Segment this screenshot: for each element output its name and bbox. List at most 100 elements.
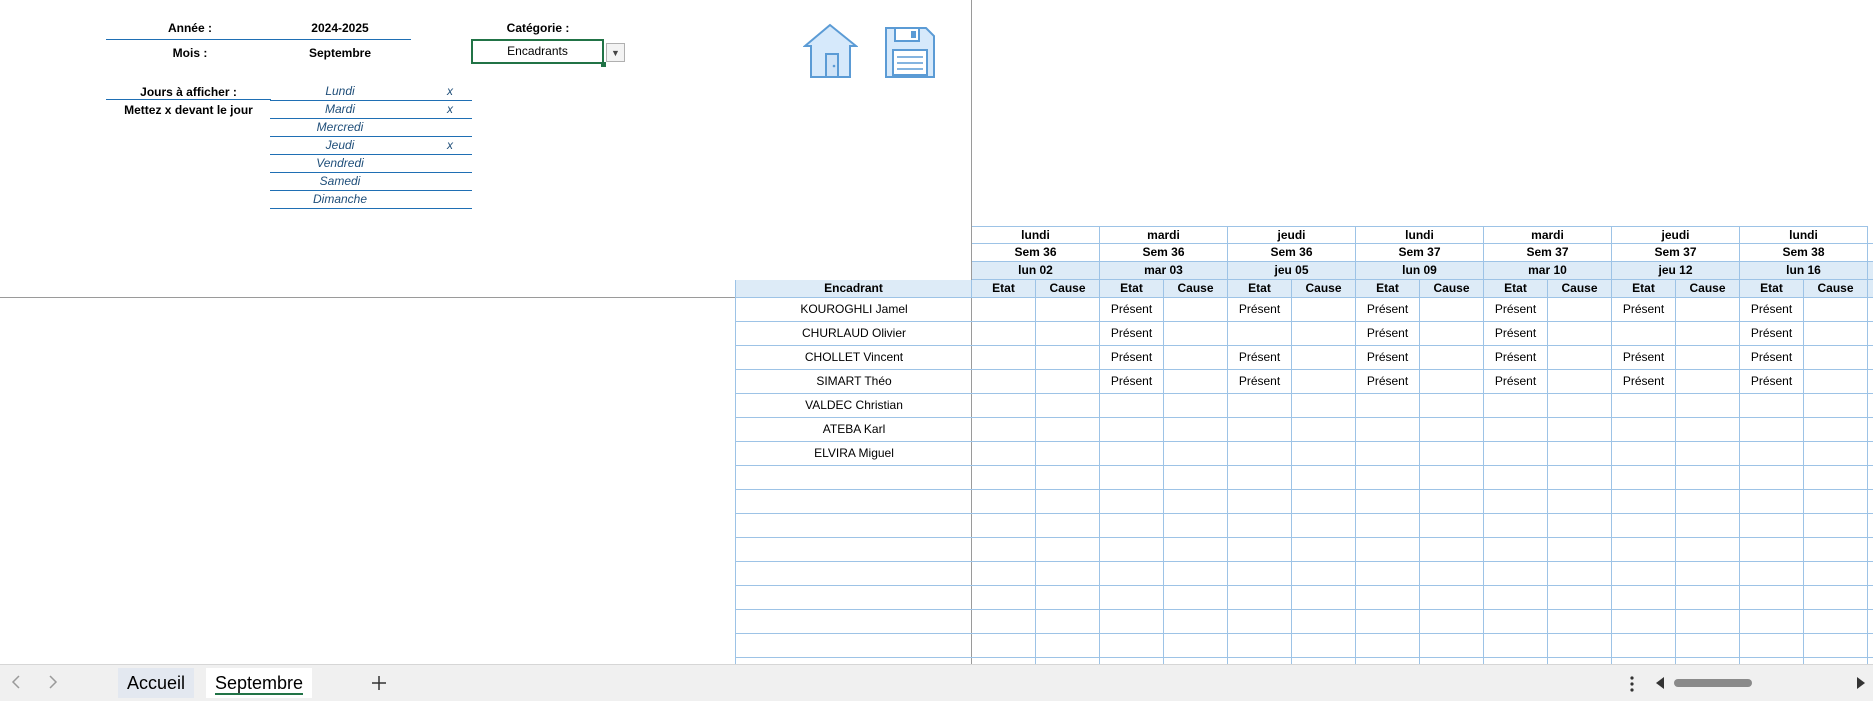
cause-cell[interactable]	[1676, 394, 1740, 418]
etat-cell[interactable]: Présent	[1356, 322, 1420, 346]
day-mark[interactable]	[430, 156, 470, 171]
chevron-left-icon[interactable]	[5, 671, 27, 693]
cause-cell[interactable]	[1676, 370, 1740, 394]
cause-cell[interactable]	[1164, 394, 1228, 418]
etat-cell[interactable]	[1100, 610, 1164, 634]
cause-cell[interactable]	[1292, 442, 1356, 466]
cause-cell[interactable]	[1292, 346, 1356, 370]
cause-cell[interactable]	[1164, 466, 1228, 490]
cause-cell[interactable]	[1420, 346, 1484, 370]
etat-cell[interactable]	[1100, 634, 1164, 658]
table-row-name[interactable]	[735, 586, 972, 610]
selection-fill-handle[interactable]	[601, 62, 606, 67]
etat-cell[interactable]	[1484, 442, 1548, 466]
etat-cell[interactable]	[972, 466, 1036, 490]
mois-value[interactable]: Septembre	[280, 46, 400, 60]
etat-cell[interactable]	[1228, 322, 1292, 346]
cause-cell[interactable]	[1548, 538, 1612, 562]
etat-cell[interactable]	[1100, 442, 1164, 466]
etat-cell[interactable]	[1356, 514, 1420, 538]
table-row-name[interactable]	[735, 514, 972, 538]
cause-cell[interactable]	[1804, 466, 1868, 490]
etat-cell[interactable]	[1740, 586, 1804, 610]
etat-cell[interactable]	[1356, 394, 1420, 418]
etat-cell[interactable]	[1100, 586, 1164, 610]
etat-cell[interactable]: Présent	[1740, 346, 1804, 370]
cause-cell[interactable]	[1292, 490, 1356, 514]
etat-cell[interactable]: Présent	[1484, 370, 1548, 394]
table-row-name[interactable]	[735, 490, 972, 514]
etat-cell[interactable]	[1356, 634, 1420, 658]
table-row-name[interactable]: ELVIRA Miguel	[735, 442, 972, 466]
etat-cell[interactable]	[1100, 538, 1164, 562]
cause-cell[interactable]	[1292, 514, 1356, 538]
etat-cell[interactable]: Présent	[1100, 370, 1164, 394]
cause-cell[interactable]	[1420, 466, 1484, 490]
etat-cell[interactable]	[1356, 562, 1420, 586]
etat-cell[interactable]: Présent	[1356, 298, 1420, 322]
cause-cell[interactable]	[1548, 514, 1612, 538]
etat-cell[interactable]	[1228, 586, 1292, 610]
etat-cell[interactable]	[972, 634, 1036, 658]
cause-cell[interactable]	[1548, 394, 1612, 418]
etat-cell[interactable]	[1484, 586, 1548, 610]
cause-cell[interactable]	[1420, 610, 1484, 634]
cause-cell[interactable]	[1804, 562, 1868, 586]
cause-cell[interactable]	[1164, 538, 1228, 562]
etat-cell[interactable]	[1612, 562, 1676, 586]
table-row-name[interactable]: VALDEC Christian	[735, 394, 972, 418]
etat-cell[interactable]	[1740, 490, 1804, 514]
table-row-name[interactable]	[735, 562, 972, 586]
etat-cell[interactable]	[1356, 538, 1420, 562]
cause-cell[interactable]	[1164, 298, 1228, 322]
table-row-name[interactable]: ATEBA Karl	[735, 418, 972, 442]
etat-cell[interactable]: Présent	[1100, 346, 1164, 370]
etat-cell[interactable]	[972, 586, 1036, 610]
cause-cell[interactable]	[1804, 610, 1868, 634]
cause-cell[interactable]	[1676, 322, 1740, 346]
cause-cell[interactable]	[1420, 442, 1484, 466]
cause-cell[interactable]	[1420, 586, 1484, 610]
etat-cell[interactable]	[1356, 418, 1420, 442]
etat-cell[interactable]	[1100, 466, 1164, 490]
etat-cell[interactable]: Présent	[1484, 346, 1548, 370]
cause-cell[interactable]	[1292, 418, 1356, 442]
cause-cell[interactable]	[1548, 610, 1612, 634]
cause-cell[interactable]	[1676, 298, 1740, 322]
etat-cell[interactable]	[1740, 538, 1804, 562]
table-row-name[interactable]: CHOLLET Vincent	[735, 346, 972, 370]
etat-cell[interactable]: Présent	[1228, 298, 1292, 322]
cause-cell[interactable]	[1676, 442, 1740, 466]
cause-cell[interactable]	[1420, 418, 1484, 442]
cause-cell[interactable]	[1548, 490, 1612, 514]
cause-cell[interactable]	[1804, 514, 1868, 538]
etat-cell[interactable]	[1740, 442, 1804, 466]
etat-cell[interactable]	[1740, 466, 1804, 490]
home-icon[interactable]	[802, 22, 859, 79]
etat-cell[interactable]: Présent	[1228, 370, 1292, 394]
etat-cell[interactable]	[1228, 514, 1292, 538]
cause-cell[interactable]	[1036, 418, 1100, 442]
cause-cell[interactable]	[1164, 346, 1228, 370]
scroll-right-icon[interactable]	[1855, 675, 1867, 691]
etat-cell[interactable]	[1100, 514, 1164, 538]
cause-cell[interactable]	[1292, 298, 1356, 322]
etat-cell[interactable]	[1356, 490, 1420, 514]
cause-cell[interactable]	[1036, 610, 1100, 634]
cause-cell[interactable]	[1548, 346, 1612, 370]
cause-cell[interactable]	[1804, 394, 1868, 418]
cause-cell[interactable]	[1292, 370, 1356, 394]
etat-cell[interactable]	[1612, 586, 1676, 610]
cause-cell[interactable]	[1420, 298, 1484, 322]
cause-cell[interactable]	[1164, 418, 1228, 442]
etat-cell[interactable]	[1740, 418, 1804, 442]
cause-cell[interactable]	[1676, 514, 1740, 538]
etat-cell[interactable]: Présent	[1740, 298, 1804, 322]
plus-icon[interactable]	[368, 672, 390, 694]
cause-cell[interactable]	[1164, 490, 1228, 514]
table-row-name[interactable]	[735, 634, 972, 658]
etat-cell[interactable]	[1484, 562, 1548, 586]
cause-cell[interactable]	[1804, 490, 1868, 514]
etat-cell[interactable]	[972, 418, 1036, 442]
cause-cell[interactable]	[1676, 562, 1740, 586]
